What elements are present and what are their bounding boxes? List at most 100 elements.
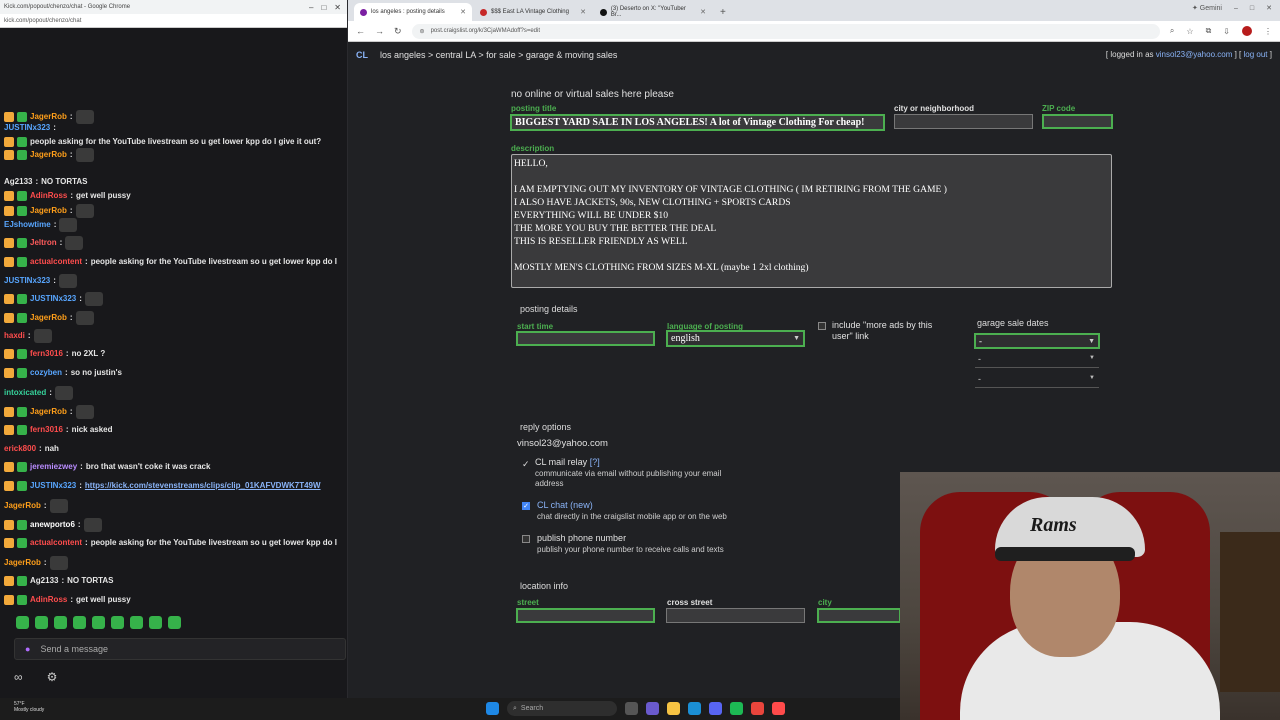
chat-emote-icon [83, 518, 102, 532]
site-info-icon[interactable]: ⊜ [420, 28, 425, 35]
tab-close-icon[interactable]: ✕ [460, 8, 466, 16]
chat-username[interactable]: haxdi [4, 330, 25, 342]
emote-icon[interactable] [149, 616, 162, 629]
chat-username[interactable]: intoxicated [4, 387, 46, 399]
chat-badge-icon [4, 112, 14, 122]
maximize-icon[interactable]: □ [1250, 5, 1254, 12]
maximize-icon[interactable]: □ [321, 3, 326, 12]
close-icon[interactable]: ✕ [334, 3, 341, 12]
publish-phone-checkbox[interactable] [522, 535, 530, 543]
menu-icon[interactable]: ⋮ [1264, 27, 1272, 36]
emote-icon[interactable] [35, 616, 48, 629]
infinity-icon[interactable]: ∞ [14, 670, 23, 684]
copilot-icon[interactable] [646, 702, 659, 715]
chat-username[interactable]: Ag2133 [30, 575, 58, 587]
chat-username[interactable]: JagerRob [30, 205, 67, 217]
close-icon[interactable]: ✕ [1266, 4, 1272, 12]
chat-username[interactable]: Ag2133 [4, 176, 32, 188]
emote-icon[interactable] [54, 616, 67, 629]
back-icon[interactable]: ← [356, 26, 365, 36]
minimize-icon[interactable]: – [1234, 5, 1238, 12]
chat-username[interactable]: fern3016 [30, 424, 63, 436]
logout-link[interactable]: log out [1244, 50, 1268, 59]
chat-username[interactable]: JUSTINx323 [30, 293, 76, 305]
emote-icon[interactable] [111, 616, 124, 629]
zoom-icon[interactable]: ⌕ [1170, 26, 1174, 36]
craigslist-logo[interactable]: CL [356, 50, 368, 60]
chat-username[interactable]: AdinRoss [30, 594, 67, 606]
settings-icon[interactable]: ⚙ [47, 670, 58, 684]
chrome-icon[interactable] [751, 702, 764, 715]
new-tab-button[interactable]: + [714, 7, 732, 21]
emote-icon[interactable] [16, 616, 29, 629]
garage-date-select-3[interactable]: - ▼ [975, 374, 1099, 388]
emote-icon[interactable] [92, 616, 105, 629]
edge-icon[interactable] [688, 702, 701, 715]
zip-code-input[interactable] [1042, 114, 1113, 129]
spotify-icon[interactable] [730, 702, 743, 715]
chat-username[interactable]: JagerRob [4, 500, 41, 512]
chat-username[interactable]: JagerRob [30, 312, 67, 324]
chat-username[interactable]: AdinRoss [30, 190, 67, 202]
discord-icon[interactable] [709, 702, 722, 715]
downloads-icon[interactable]: ⇩ [1223, 27, 1230, 36]
bookmark-star-icon[interactable]: ☆ [1186, 27, 1193, 36]
chat-username[interactable]: cozyben [30, 367, 62, 379]
extensions-icon[interactable]: ⧉ [1206, 26, 1212, 36]
chat-username[interactable]: JUSTINx323 [30, 480, 76, 492]
chat-username[interactable]: jeremiezwey [30, 461, 77, 473]
mic-icon[interactable]: ● [25, 644, 30, 654]
account-email-link[interactable]: vinsol23@yahoo.com [1156, 50, 1233, 59]
language-select[interactable]: english ▼ [666, 330, 805, 347]
chat-username[interactable]: EJshowtime [4, 219, 51, 231]
profile-avatar[interactable] [1242, 26, 1252, 36]
chat-message: JUSTINx323: [4, 292, 103, 306]
task-view-icon[interactable] [625, 702, 638, 715]
app-icon[interactable] [772, 702, 785, 715]
forward-icon[interactable]: → [375, 26, 384, 36]
reload-icon[interactable]: ↻ [394, 26, 402, 37]
city-neighborhood-input[interactable] [894, 114, 1033, 129]
chat-badge-icon [17, 112, 27, 122]
minimize-icon[interactable]: – [309, 3, 313, 12]
file-explorer-icon[interactable] [667, 702, 680, 715]
gemini-button[interactable]: ✦ Gemini [1192, 4, 1222, 12]
cl-mail-help-link[interactable]: [?] [590, 457, 600, 467]
city-input[interactable] [817, 608, 901, 623]
cl-chat-checkbox[interactable]: ✓ [522, 502, 530, 510]
chat-username[interactable]: Jeltron [30, 237, 57, 249]
weather-widget[interactable]: 57°F Mostly cloudy [14, 701, 44, 713]
windows-start-icon[interactable] [486, 702, 499, 715]
emote-icon[interactable] [168, 616, 181, 629]
taskbar-search[interactable]: ⌕ Search [507, 701, 617, 716]
start-time-input[interactable] [516, 331, 655, 346]
emote-icon[interactable] [73, 616, 86, 629]
description-textarea[interactable]: HELLO, I AM EMPTYING OUT MY INVENTORY OF… [511, 154, 1112, 288]
garage-date-select-1[interactable]: - ▼ [974, 333, 1100, 349]
include-more-ads-checkbox[interactable] [818, 322, 826, 330]
posting-title-input[interactable]: BIGGEST YARD SALE IN LOS ANGELES! A lot … [510, 114, 885, 131]
address-bar[interactable]: ⊜ post.craigslist.org/k/3CjaWMAdoff?s=ed… [411, 23, 1160, 39]
chat-username[interactable]: actualcontent [30, 537, 82, 549]
chat-username[interactable]: JUSTINx323 [4, 275, 50, 287]
chat-username[interactable]: JagerRob [4, 557, 41, 569]
chat-message-input[interactable]: ● Send a message [14, 638, 346, 660]
tab-vintage-clothing[interactable]: $$$ East LA Vintage Clothing ✕ [474, 3, 592, 21]
chat-username[interactable]: JagerRob [30, 406, 67, 418]
chat-username[interactable]: anewporto6 [30, 519, 75, 531]
chat-username[interactable]: JUSTINx323 [4, 122, 50, 134]
tab-x-post[interactable]: (3) Deserto on X: "YouTuber Br... ✕ [594, 3, 712, 21]
emote-icon[interactable] [130, 616, 143, 629]
tab-close-icon[interactable]: ✕ [580, 8, 586, 16]
tab-posting-details[interactable]: los angeles : posting details ✕ [354, 3, 472, 21]
chat-username[interactable]: JagerRob [30, 149, 67, 161]
chat-username[interactable]: actualcontent [30, 256, 82, 268]
chat-username[interactable]: fern3016 [30, 348, 63, 360]
cross-street-input[interactable] [666, 608, 805, 623]
tab-close-icon[interactable]: ✕ [700, 8, 706, 16]
chat-link[interactable]: https://kick.com/stevenstreams/clips/cli… [85, 480, 321, 492]
chat-username[interactable]: erick800 [4, 443, 36, 455]
garage-date-select-2[interactable]: - ▼ [975, 354, 1099, 368]
street-input[interactable] [516, 608, 655, 623]
chat-badge-icon [4, 576, 14, 586]
